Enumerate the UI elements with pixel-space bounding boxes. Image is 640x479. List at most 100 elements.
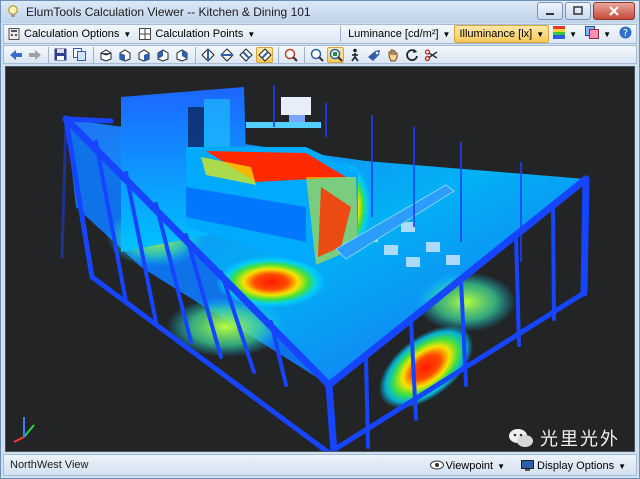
copy-icon	[73, 48, 86, 61]
main-toolbar: Calculation Options ▼ Calculation Points…	[3, 24, 637, 44]
eye-icon	[429, 460, 444, 472]
room-render	[13, 85, 590, 451]
monitor-icon	[521, 460, 535, 472]
view-iso-button[interactable]	[173, 47, 190, 63]
cube-side-icon	[138, 48, 149, 62]
view-top-button[interactable]	[97, 47, 114, 63]
illuminance-label: Illuminance [lx]	[459, 28, 533, 40]
watermark: 光里光外	[508, 425, 620, 451]
toolbar-separator	[304, 46, 305, 63]
illuminance-mode[interactable]: Illuminance [lx] ▼	[454, 25, 550, 43]
fly-icon	[367, 49, 380, 61]
cube-iso-icon	[176, 48, 187, 62]
minimize-button[interactable]	[537, 2, 563, 20]
zoom-extents-icon	[329, 48, 343, 62]
save-button[interactable]	[52, 47, 69, 63]
calculation-points-label: Calculation Points	[155, 28, 244, 40]
rotate-button[interactable]	[403, 47, 420, 63]
diamond-view-icon	[219, 47, 234, 62]
chevron-down-icon: ▼	[603, 29, 611, 39]
toolbar-separator	[278, 46, 279, 63]
zoom-region-icon	[284, 48, 298, 62]
maximize-icon	[573, 6, 583, 15]
orbit-nw-button[interactable]	[199, 47, 216, 63]
chevron-down-icon: ▼	[497, 461, 506, 471]
diamond-view-icon	[238, 47, 253, 62]
chevron-down-icon: ▼	[247, 29, 256, 39]
arrow-left-icon	[9, 49, 22, 60]
chevron-down-icon: ▼	[618, 461, 626, 471]
zoom-button[interactable]	[308, 47, 325, 63]
window-controls	[537, 2, 635, 20]
calculation-options-menu[interactable]: Calculation Options ▼	[4, 25, 135, 43]
calculation-viewer-window: ElumTools Calculation Viewer -- Kitchen …	[0, 0, 640, 479]
watermark-text: 光里光外	[540, 429, 620, 449]
cube-front-icon	[119, 48, 130, 62]
hand-pan-icon	[388, 49, 397, 61]
orbit-se-button[interactable]	[237, 47, 254, 63]
toolbar-separator	[195, 46, 196, 63]
zoom-extents-button[interactable]	[327, 46, 344, 63]
close-button[interactable]	[593, 2, 635, 20]
luminance-mode[interactable]: Luminance [cd/m²] ▼	[344, 25, 454, 43]
view-back-button[interactable]	[154, 47, 171, 63]
copy-button[interactable]	[71, 47, 88, 63]
chevron-down-icon: ▼	[123, 29, 132, 39]
minimize-icon	[546, 13, 554, 15]
orbit-ne-button[interactable]	[218, 47, 235, 63]
close-icon	[609, 6, 619, 16]
view-side-button[interactable]	[135, 47, 152, 63]
maximize-button[interactable]	[565, 2, 591, 20]
view-toolbar	[3, 45, 637, 64]
rotate-icon	[405, 48, 418, 61]
axis-triad	[13, 417, 35, 443]
walk-button[interactable]	[346, 47, 363, 63]
fly-button[interactable]	[365, 47, 382, 63]
display-options-label: Display Options	[537, 460, 615, 472]
svg-text:?: ?	[623, 28, 628, 39]
diamond-view-icon	[200, 47, 215, 62]
help-button[interactable]: ?	[615, 25, 636, 43]
calculator-icon	[8, 28, 20, 40]
toolbar-separator	[48, 46, 49, 63]
back-button[interactable]	[7, 47, 24, 63]
diamond-view-icon	[257, 47, 272, 62]
walk-person-icon	[350, 48, 359, 61]
orbit-sw-button[interactable]	[256, 46, 273, 63]
cube-back-icon	[157, 48, 168, 62]
current-view-name: NorthWest View	[10, 459, 89, 471]
chevron-down-icon: ▼	[442, 29, 451, 39]
viewpoint-menu[interactable]: Viewpoint ▼	[426, 457, 509, 475]
toolbar-separator	[340, 26, 342, 42]
toolbar-separator	[93, 46, 94, 63]
color-scale-button[interactable]: ▼	[549, 25, 581, 43]
save-icon	[54, 48, 67, 61]
viewpoint-label: Viewpoint	[445, 460, 494, 472]
magnifier-icon	[310, 48, 324, 62]
status-bar: NorthWest View Viewpoint ▼ Display Optio…	[3, 454, 637, 476]
calculation-points-menu[interactable]: Calculation Points ▼	[135, 25, 259, 43]
grid-points-icon	[139, 28, 152, 40]
zoom-region-button[interactable]	[282, 47, 299, 63]
status-controls: Viewpoint ▼ Display Options ▼	[426, 457, 630, 475]
title-bar: ElumTools Calculation Viewer -- Kitchen …	[1, 1, 639, 23]
pan-button[interactable]	[384, 47, 401, 63]
calculation-options-label: Calculation Options	[24, 28, 120, 40]
section-cut-button[interactable]	[422, 47, 439, 63]
arrow-right-icon	[28, 49, 41, 60]
cube-top-icon	[100, 48, 111, 62]
pendant-fixture	[246, 97, 321, 128]
chevron-down-icon: ▼	[536, 29, 545, 39]
color-scale-icon	[553, 26, 566, 42]
lightbulb-icon	[6, 5, 20, 19]
display-options-menu[interactable]: Display Options ▼	[517, 457, 630, 475]
3d-viewport[interactable]: 光里光外	[5, 66, 635, 452]
chevron-down-icon: ▼	[569, 29, 578, 39]
luminance-label: Luminance [cd/m²]	[348, 28, 439, 40]
window-title: ElumTools Calculation Viewer -- Kitchen …	[26, 5, 311, 19]
help-icon: ?	[619, 26, 632, 42]
render-mode-button[interactable]: ▼	[581, 25, 615, 43]
wechat-icon	[509, 429, 533, 447]
forward-button[interactable]	[26, 47, 43, 63]
view-front-button[interactable]	[116, 47, 133, 63]
